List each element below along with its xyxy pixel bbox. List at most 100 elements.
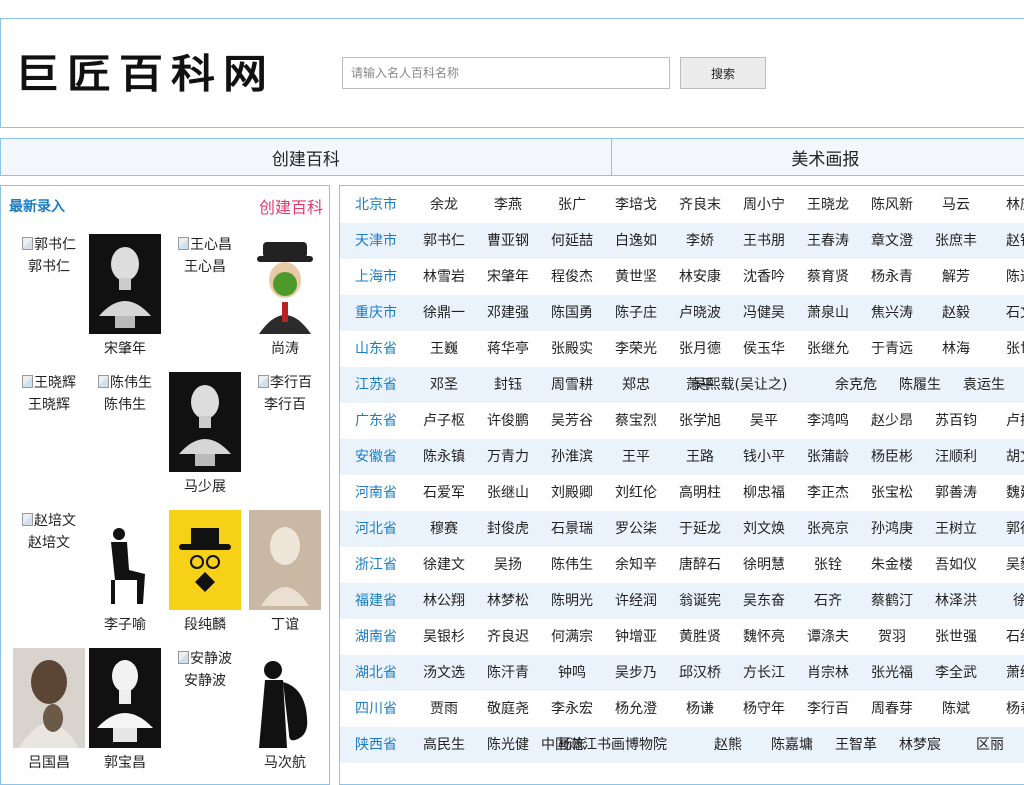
artist-link[interactable]: 张广: [558, 187, 586, 223]
province-link[interactable]: 天津市: [355, 223, 397, 259]
artist-link[interactable]: 汤文选: [423, 655, 465, 691]
artist-link[interactable]: 徐建文: [423, 547, 465, 583]
province-link[interactable]: 安徽省: [355, 439, 397, 475]
artist-link[interactable]: 杨守年: [743, 691, 785, 727]
artist-link[interactable]: 周小宁: [743, 187, 785, 223]
person-card[interactable]: 王晓辉 王晓辉: [9, 372, 89, 416]
artist-link[interactable]: 王春涛: [807, 223, 849, 259]
province-link[interactable]: 湖北省: [355, 655, 397, 691]
person-card[interactable]: 段纯麟: [165, 510, 245, 634]
artist-link[interactable]: 许经润: [615, 583, 657, 619]
artist-link[interactable]: 齐良迟: [487, 619, 529, 655]
artist-link[interactable]: 周春芽: [871, 691, 913, 727]
artist-link[interactable]: 邓建强: [487, 295, 529, 331]
province-link[interactable]: 福建省: [355, 583, 397, 619]
artist-link[interactable]: 陈汗青: [487, 655, 529, 691]
artist-link[interactable]: 罗公柒: [615, 511, 657, 547]
artist-link[interactable]: 郭书仁: [423, 223, 465, 259]
artist-link[interactable]: 李燕: [494, 187, 522, 223]
artist-link[interactable]: 袁运生: [963, 367, 1005, 403]
artist-link[interactable]: 胡文: [1006, 439, 1024, 475]
artist-link[interactable]: 李培戈: [615, 187, 657, 223]
artist-link[interactable]: 陈伟生: [551, 547, 593, 583]
artist-link[interactable]: 张光福: [871, 655, 913, 691]
artist-link[interactable]: 杨臣彬: [871, 439, 913, 475]
site-logo[interactable]: 巨匠百科网: [15, 50, 275, 100]
person-card[interactable]: 马次航: [245, 648, 325, 772]
person-card[interactable]: 李行百 李行百: [245, 372, 325, 416]
artist-link[interactable]: 张继允: [807, 331, 849, 367]
province-link[interactable]: 湖南省: [355, 619, 397, 655]
search-input[interactable]: [342, 57, 670, 89]
artist-link[interactable]: 卢晓波: [679, 295, 721, 331]
artist-link[interactable]: 石红: [1006, 619, 1024, 655]
artist-link[interactable]: 刘殿卿: [551, 475, 593, 511]
artist-link[interactable]: 方长江: [743, 655, 785, 691]
artist-link[interactable]: 张继山: [487, 475, 529, 511]
person-card[interactable]: 安静波 安静波: [165, 648, 245, 692]
artist-link[interactable]: 吴芳谷: [551, 403, 593, 439]
artist-link[interactable]: 林梦宸: [899, 727, 941, 763]
artist-link[interactable]: 陈履生: [899, 367, 941, 403]
person-card[interactable]: 丁谊: [245, 510, 325, 634]
artist-link[interactable]: 郭善涛: [935, 475, 977, 511]
person-card[interactable]: 陈伟生 陈伟生: [85, 372, 165, 416]
artist-link[interactable]: 中国瀚江书画博物院: [541, 727, 667, 763]
artist-link[interactable]: 吴扬: [494, 547, 522, 583]
artist-link[interactable]: 穆赛: [430, 511, 458, 547]
artist-link[interactable]: 陈风新: [871, 187, 913, 223]
artist-link[interactable]: 吴平: [750, 403, 778, 439]
artist-link[interactable]: 石爱军: [423, 475, 465, 511]
artist-link[interactable]: 焦兴涛: [871, 295, 913, 331]
artist-link[interactable]: 宋肇年: [487, 259, 529, 295]
artist-link[interactable]: 蔡鹤汀: [871, 583, 913, 619]
artist-link[interactable]: 陈子庄: [615, 295, 657, 331]
artist-link[interactable]: 林雪岩: [423, 259, 465, 295]
artist-link[interactable]: 沈香吟: [743, 259, 785, 295]
artist-link[interactable]: 林庆: [1006, 187, 1024, 223]
artist-link[interactable]: 陈国勇: [551, 295, 593, 331]
person-photo[interactable]: [169, 510, 241, 610]
artist-link[interactable]: 陈明光: [551, 583, 593, 619]
create-encyclopedia-link[interactable]: 创建百科: [259, 194, 323, 218]
artist-link[interactable]: 王平: [622, 439, 650, 475]
province-link[interactable]: 河北省: [355, 511, 397, 547]
province-link[interactable]: 重庆市: [355, 295, 397, 331]
artist-link[interactable]: 郑忠: [622, 367, 650, 403]
artist-link[interactable]: 林梦松: [487, 583, 529, 619]
artist-link[interactable]: 林海: [942, 331, 970, 367]
artist-link[interactable]: 周雪耕: [551, 367, 593, 403]
artist-link[interactable]: 王巍: [430, 331, 458, 367]
person-card[interactable]: 王心昌 王心昌: [165, 234, 245, 278]
artist-link[interactable]: 肖宗林: [807, 655, 849, 691]
person-card[interactable]: 赵培文 赵培文: [9, 510, 89, 554]
artist-link[interactable]: 马云: [942, 187, 970, 223]
artist-link[interactable]: 高民生: [423, 727, 465, 763]
artist-link[interactable]: 区丽: [976, 727, 1004, 763]
artist-link[interactable]: 万青力: [487, 439, 529, 475]
artist-link[interactable]: 蔡宝烈: [615, 403, 657, 439]
artist-link[interactable]: 陈斌: [942, 691, 970, 727]
artist-link[interactable]: 白逸如: [615, 223, 657, 259]
artist-link[interactable]: 郭德: [1006, 511, 1024, 547]
artist-link[interactable]: 汪顺利: [935, 439, 977, 475]
artist-link[interactable]: 李永宏: [551, 691, 593, 727]
artist-link[interactable]: 余克危: [835, 367, 877, 403]
artist-link[interactable]: 唐醉石: [679, 547, 721, 583]
artist-link[interactable]: 吾如仪: [935, 547, 977, 583]
artist-link[interactable]: 陈嘉墉: [771, 727, 813, 763]
artist-link[interactable]: 冯健吴: [743, 295, 785, 331]
artist-link[interactable]: 张世: [1006, 331, 1024, 367]
artist-link[interactable]: 陈光健: [487, 727, 529, 763]
person-card[interactable]: 尚涛: [245, 234, 325, 358]
artist-link[interactable]: 李鸿鸣: [807, 403, 849, 439]
artist-link[interactable]: 封俊虎: [487, 511, 529, 547]
person-photo[interactable]: [169, 372, 241, 472]
artist-link[interactable]: 章文澄: [871, 223, 913, 259]
person-card[interactable]: 吕国昌: [9, 648, 89, 772]
artist-link[interactable]: 魏怀亮: [743, 619, 785, 655]
artist-link[interactable]: 吴步乃: [615, 655, 657, 691]
artist-link[interactable]: 赵铁: [1006, 223, 1024, 259]
artist-link[interactable]: 张世强: [935, 619, 977, 655]
person-photo[interactable]: [89, 234, 161, 334]
